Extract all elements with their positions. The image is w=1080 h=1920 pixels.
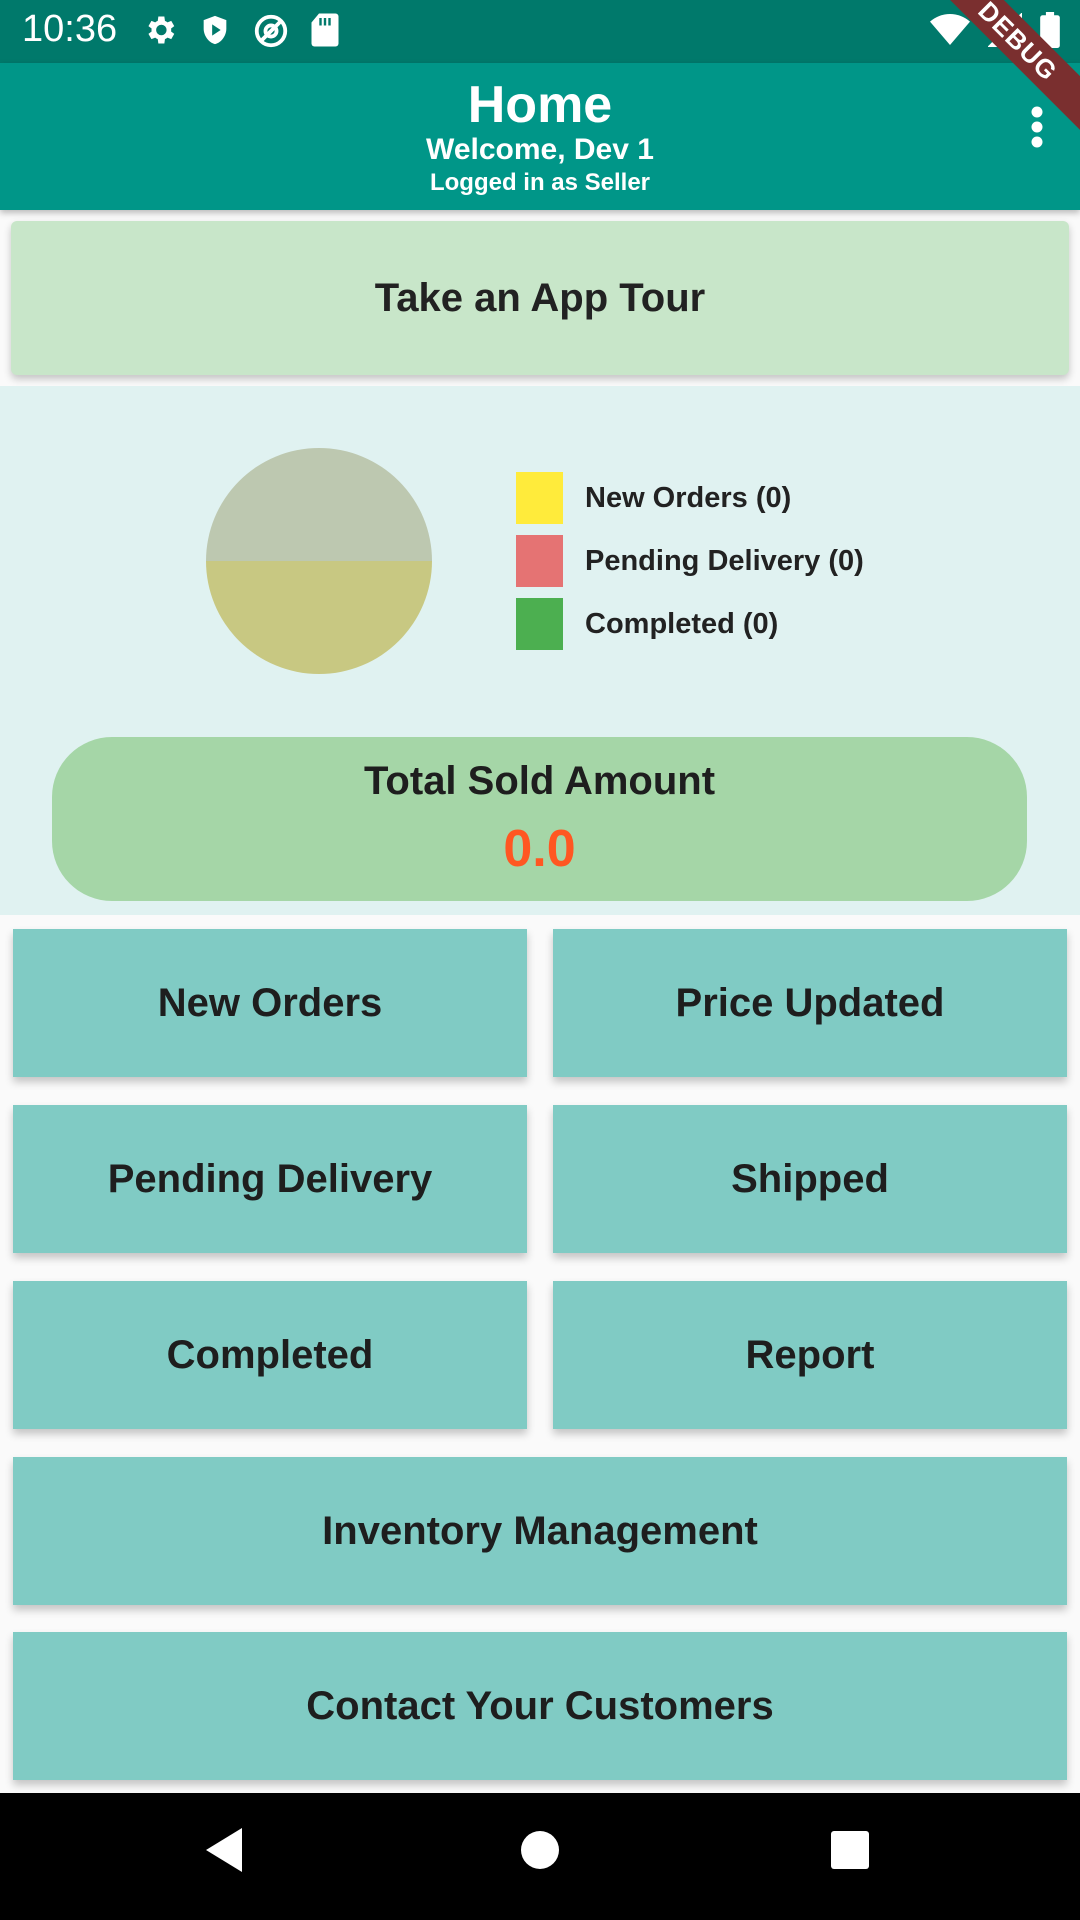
system-nav-bar — [0, 1793, 1080, 1920]
role-text: Logged in as Seller — [429, 169, 651, 196]
page-title: Home — [467, 76, 613, 134]
new-orders-button[interactable]: New Orders — [13, 929, 527, 1077]
price-updated-button[interactable]: Price Updated — [553, 929, 1067, 1077]
home-icon[interactable] — [519, 1825, 561, 1880]
legend-swatch-completed — [516, 598, 563, 650]
legend-label-pending-delivery: Pending Delivery (0) — [585, 544, 864, 577]
legend-swatch-new-orders — [516, 472, 563, 524]
inventory-management-button[interactable]: Inventory Management — [13, 1457, 1067, 1605]
legend-item-new-orders: New Orders (0) — [516, 472, 864, 524]
settings-icon — [142, 12, 178, 50]
report-button[interactable]: Report — [553, 1281, 1067, 1429]
pending-delivery-button[interactable]: Pending Delivery — [13, 1105, 527, 1253]
shipped-button[interactable]: Shipped — [553, 1105, 1067, 1253]
total-sold-title: Total Sold Amount — [363, 759, 716, 803]
completed-button[interactable]: Completed — [13, 1281, 527, 1429]
chart-legend: New Orders (0) Pending Delivery (0) Comp… — [516, 472, 864, 661]
legend-swatch-pending-delivery — [516, 535, 563, 587]
app-tour-button[interactable]: Take an App Tour — [11, 221, 1069, 375]
status-left-icons — [142, 12, 340, 50]
total-sold-value: 0.0 — [503, 820, 576, 878]
pie-slice-top — [206, 448, 432, 561]
at-sign-icon — [252, 12, 290, 50]
welcome-text: Welcome, Dev 1 — [426, 133, 654, 166]
orders-pie-chart — [206, 448, 432, 674]
status-time: 10:36 — [22, 8, 118, 50]
more-vert-icon[interactable] — [1012, 103, 1062, 163]
recents-icon[interactable] — [829, 1825, 871, 1880]
shield-play-icon — [198, 12, 232, 50]
status-bar: 10:36 — [0, 0, 1080, 63]
legend-label-completed: Completed (0) — [585, 607, 779, 640]
sd-card-icon — [310, 12, 340, 50]
app-bar: Home Welcome, Dev 1 Logged in as Seller — [0, 63, 1080, 210]
pie-slice-bottom — [206, 561, 432, 674]
legend-item-completed: Completed (0) — [516, 598, 864, 650]
total-sold-card: Total Sold Amount 0.0 — [52, 737, 1027, 901]
legend-item-pending-delivery: Pending Delivery (0) — [516, 535, 864, 587]
contact-customers-button[interactable]: Contact Your Customers — [13, 1632, 1067, 1780]
stats-panel: New Orders (0) Pending Delivery (0) Comp… — [0, 386, 1080, 915]
wifi-icon — [930, 13, 970, 47]
back-icon[interactable] — [202, 1825, 248, 1880]
legend-label-new-orders: New Orders (0) — [585, 481, 792, 514]
